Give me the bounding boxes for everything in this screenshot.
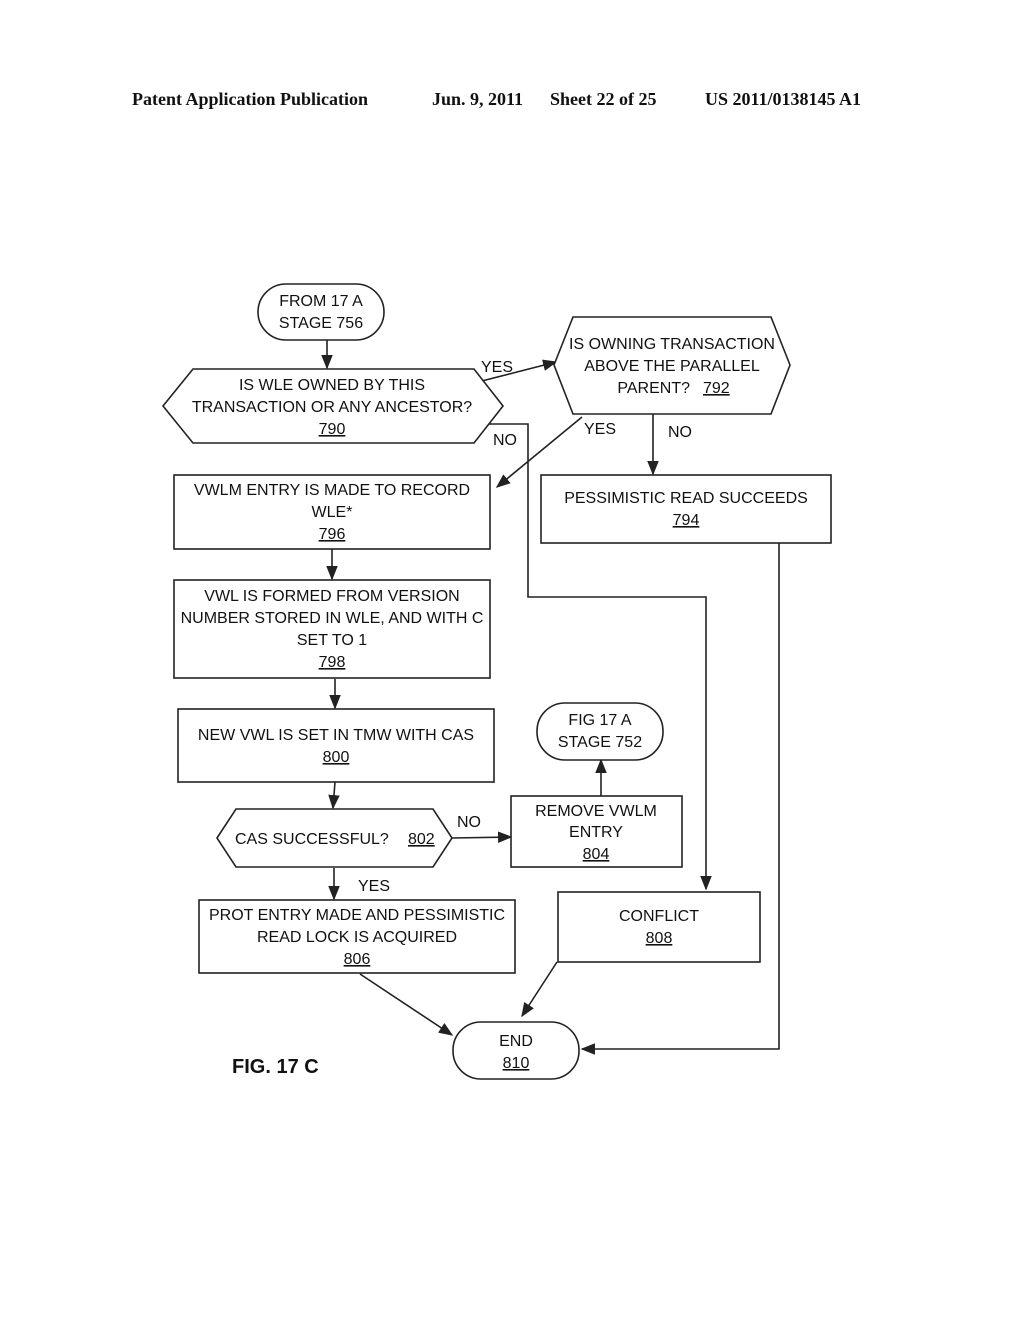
ref-number: 798: [319, 654, 346, 671]
node-end-810: END 810: [452, 1021, 580, 1080]
edge-label-790-no: NO: [493, 432, 517, 449]
node-text: CAS SUCCESSFUL?: [235, 831, 389, 848]
edge-808-810: [521, 961, 558, 1018]
node-text: ABOVE THE PARALLEL: [584, 358, 760, 375]
node-text: NUMBER STORED IN WLE, AND WITH C: [181, 610, 484, 627]
edge-label-792-yes: YES: [584, 421, 616, 438]
ref-number: 796: [319, 526, 346, 543]
node-text: STAGE 756: [279, 315, 363, 332]
node-text: VWL IS FORMED FROM VERSION: [204, 588, 459, 605]
flowchart: YES NO YES NO NO YES FROM 17 A STAGE 756…: [161, 283, 832, 1080]
node-text: FROM 17 A: [279, 293, 363, 310]
node-text: VWLM ENTRY IS MADE TO RECORD: [194, 482, 470, 499]
node-text: REMOVE VWLM: [535, 803, 657, 820]
edge-806-810: [359, 973, 454, 1036]
ref-number: 810: [503, 1055, 530, 1072]
node-start-from-17a: FROM 17 A STAGE 756: [257, 283, 385, 341]
decision-790: IS WLE OWNED BY THIS TRANSACTION OR ANY …: [161, 368, 505, 444]
node-fig17a-stage752: FIG 17 A STAGE 752: [536, 702, 664, 761]
node-text: SET TO 1: [297, 632, 367, 649]
node-text: PARENT?: [617, 380, 690, 397]
edge-label-802-no: NO: [457, 814, 481, 831]
decision-802: CAS SUCCESSFUL? 802: [216, 808, 453, 868]
edge-802-804-no: [451, 831, 513, 843]
edge-label-792-no: NO: [668, 424, 692, 441]
process-806: PROT ENTRY MADE AND PESSIMISTIC READ LOC…: [198, 899, 516, 974]
process-796: VWLM ENTRY IS MADE TO RECORD WLE* 796: [173, 474, 491, 550]
node-text: END: [499, 1033, 533, 1050]
process-800: NEW VWL IS SET IN TMW WITH CAS 800: [177, 708, 495, 783]
process-804: REMOVE VWLM ENTRY 804: [510, 795, 683, 868]
node-text: ENTRY: [569, 824, 623, 841]
ref-number: 808: [646, 930, 673, 947]
ref-number: 804: [583, 846, 610, 863]
decision-792: IS OWNING TRANSACTION ABOVE THE PARALLEL…: [553, 316, 791, 415]
process-808: CONFLICT 808: [557, 891, 761, 963]
node-text: FIG 17 A: [568, 712, 631, 729]
node-text: READ LOCK IS ACQUIRED: [257, 929, 457, 946]
ref-number: 790: [319, 421, 346, 438]
node-text: IS WLE OWNED BY THIS: [239, 377, 425, 394]
node-text: WLE*: [312, 504, 353, 521]
node-text: NEW VWL IS SET IN TMW WITH CAS: [198, 727, 474, 744]
ref-number: 794: [673, 512, 700, 529]
process-794: PESSIMISTIC READ SUCCEEDS 794: [540, 474, 832, 544]
ref-number: 800: [323, 749, 350, 766]
process-798: VWL IS FORMED FROM VERSION NUMBER STORED…: [173, 579, 491, 679]
ref-number: 792: [703, 380, 730, 397]
node-text: CONFLICT: [619, 908, 699, 925]
node-text: IS OWNING TRANSACTION: [569, 336, 775, 353]
ref-number: 806: [344, 951, 371, 968]
edge-800-802: [328, 781, 340, 810]
node-text: PESSIMISTIC READ SUCCEEDS: [564, 490, 808, 507]
node-text: STAGE 752: [558, 734, 642, 751]
edge-label-790-yes: YES: [481, 359, 513, 376]
figure-label: FIG. 17 C: [232, 1056, 319, 1078]
node-text: PROT ENTRY MADE AND PESSIMISTIC: [209, 907, 505, 924]
ref-number: 802: [408, 831, 435, 848]
edge-label-802-yes: YES: [358, 878, 390, 895]
node-text: TRANSACTION OR ANY ANCESTOR?: [192, 399, 472, 416]
